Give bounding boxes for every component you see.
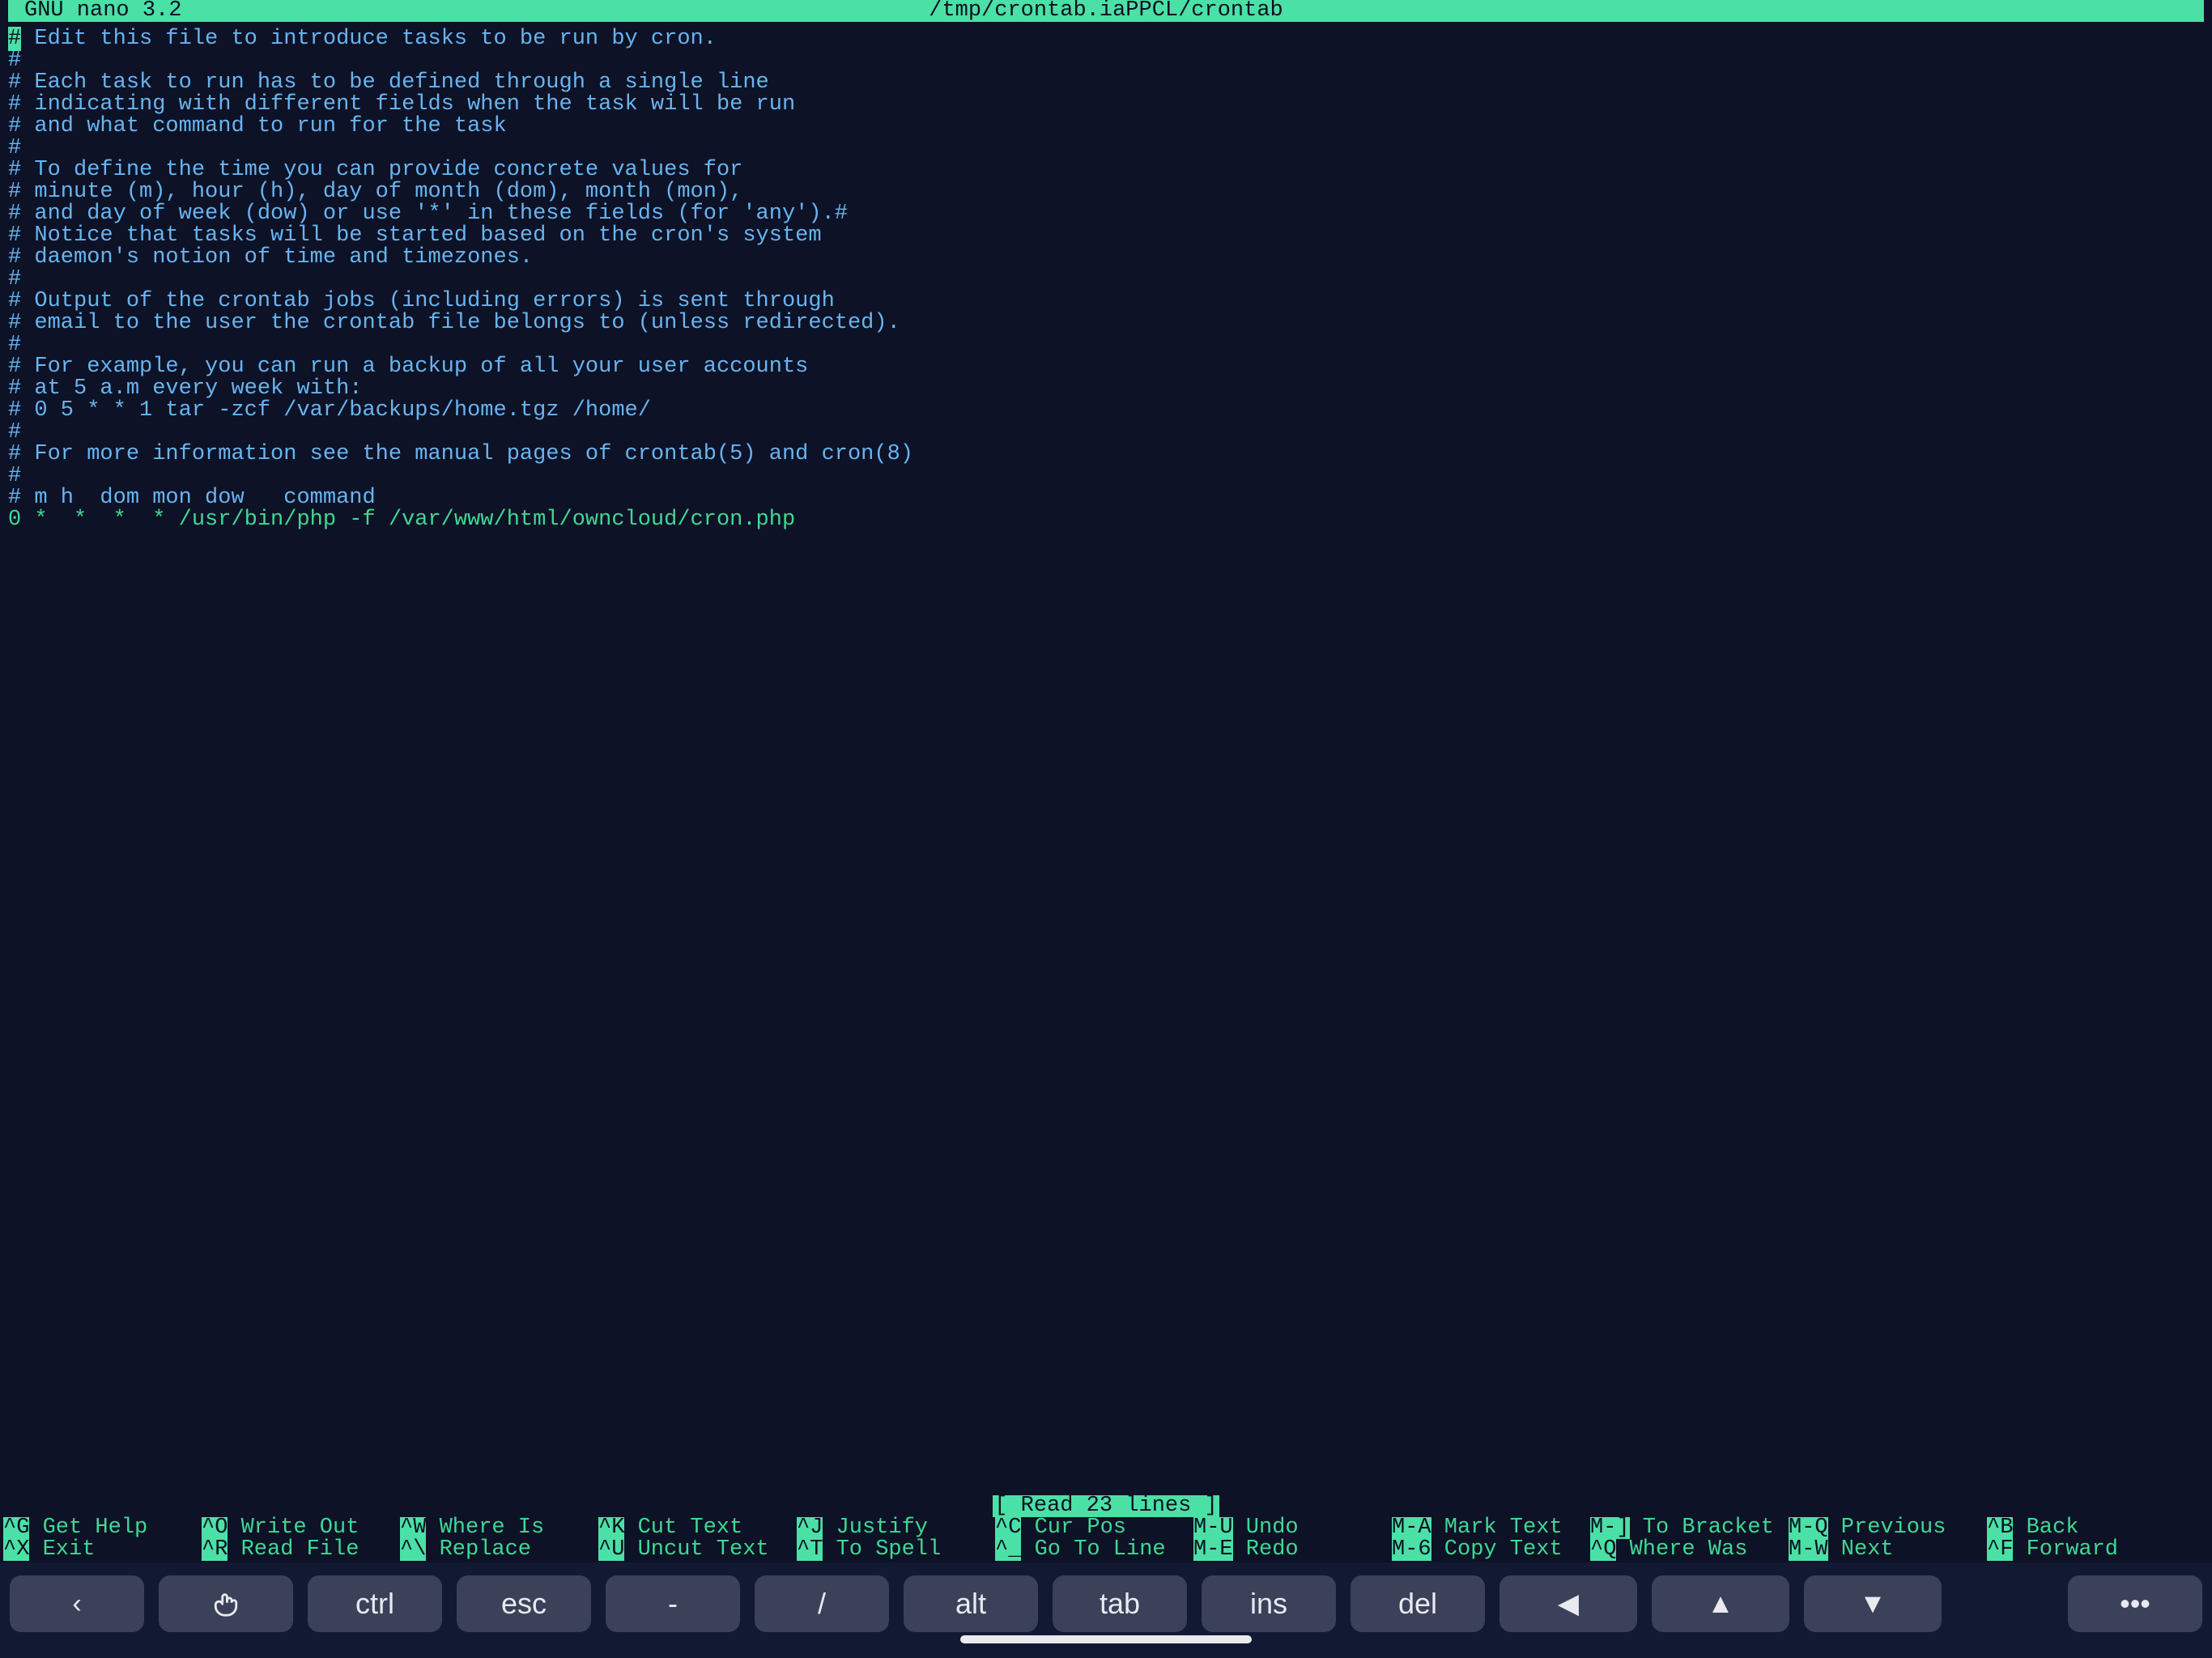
back-button[interactable]: ‹ [10,1575,144,1632]
tab-button[interactable]: tab [1053,1575,1187,1632]
sc-forward[interactable]: ^FForward [1987,1539,2185,1561]
sc-copy-text[interactable]: M-6Copy Text [1392,1539,1590,1561]
sc-get-help[interactable]: ^GGet Help [3,1517,202,1539]
sc-cut-text[interactable]: ^KCut Text [598,1517,797,1539]
shortcut-row-2: ^XExit ^RRead File ^\Replace ^UUncut Tex… [3,1539,2209,1561]
keyboard-toolbar-wrap: ‹ ctrl esc - / alt tab ins del ◀ ▲ ▼ ••• [0,1562,2212,1658]
sc-to-bracket[interactable]: M-]To Bracket [1590,1517,1789,1539]
nano-shortcut-bar: ^GGet Help ^OWrite Out ^WWhere Is ^KCut … [0,1517,2212,1562]
ins-button[interactable]: ins [1202,1575,1336,1632]
home-indicator[interactable] [960,1635,1252,1643]
sc-back[interactable]: ^BBack [1987,1517,2185,1539]
cron-entry: 0 * * * * /usr/bin/php -f /var/www/html/… [8,509,2204,531]
dash-button[interactable]: - [606,1575,740,1632]
touch-button[interactable] [159,1575,293,1632]
editor-content[interactable]: # Edit this file to introduce tasks to b… [8,22,2204,531]
status-message: [ Read 23 lines ] [0,1495,2212,1517]
app-version: GNU nano 3.2 [15,0,181,22]
shortcut-row-1: ^GGet Help ^OWrite Out ^WWhere Is ^KCut … [3,1517,2209,1539]
sc-previous[interactable]: M-QPrevious [1789,1517,1987,1539]
arrow-down-button[interactable]: ▼ [1804,1575,1942,1632]
file-path: /tmp/crontab.iaPPCL/crontab [181,0,2030,22]
more-button[interactable]: ••• [2068,1575,2202,1632]
arrow-up-button[interactable]: ▲ [1652,1575,1789,1632]
arrow-left-icon: ◀ [1558,1590,1579,1618]
terminal-window: GNU nano 3.2 /tmp/crontab.iaPPCL/crontab… [0,0,2212,1562]
esc-button[interactable]: esc [457,1575,591,1632]
chevron-left-icon: ‹ [72,1590,81,1618]
sc-read-file[interactable]: ^RRead File [202,1539,400,1561]
sc-go-to-line[interactable]: ^_Go To Line [995,1539,1193,1561]
arrow-left-button[interactable]: ◀ [1499,1575,1637,1632]
sc-cur-pos[interactable]: ^CCur Pos [995,1517,1193,1539]
del-button[interactable]: del [1351,1575,1485,1632]
sc-exit[interactable]: ^XExit [3,1539,202,1561]
sc-replace[interactable]: ^\Replace [400,1539,598,1561]
ctrl-button[interactable]: ctrl [308,1575,442,1632]
sc-where-is[interactable]: ^WWhere Is [400,1517,598,1539]
sc-mark-text[interactable]: M-AMark Text [1392,1517,1590,1539]
sc-uncut-text[interactable]: ^UUncut Text [598,1539,797,1561]
nano-title-bar: GNU nano 3.2 /tmp/crontab.iaPPCL/crontab… [8,0,2204,22]
sc-redo[interactable]: M-ERedo [1193,1539,1392,1561]
slash-button[interactable]: / [755,1575,889,1632]
sc-undo[interactable]: M-UUndo [1193,1517,1392,1539]
sc-next[interactable]: M-WNext [1789,1539,1987,1561]
sc-write-out[interactable]: ^OWrite Out [202,1517,400,1539]
sc-to-spell[interactable]: ^TTo Spell [797,1539,995,1561]
sc-justify[interactable]: ^JJustify [797,1517,995,1539]
touch-icon [212,1590,240,1618]
cursor: # [8,27,21,51]
sc-where-was[interactable]: ^QWhere Was [1590,1539,1789,1561]
alt-button[interactable]: alt [904,1575,1038,1632]
arrow-up-icon: ▲ [1707,1590,1734,1618]
arrow-down-icon: ▼ [1859,1590,1887,1618]
more-icon: ••• [2120,1589,2150,1618]
keyboard-toolbar: ‹ ctrl esc - / alt tab ins del ◀ ▲ ▼ ••• [0,1562,2212,1658]
